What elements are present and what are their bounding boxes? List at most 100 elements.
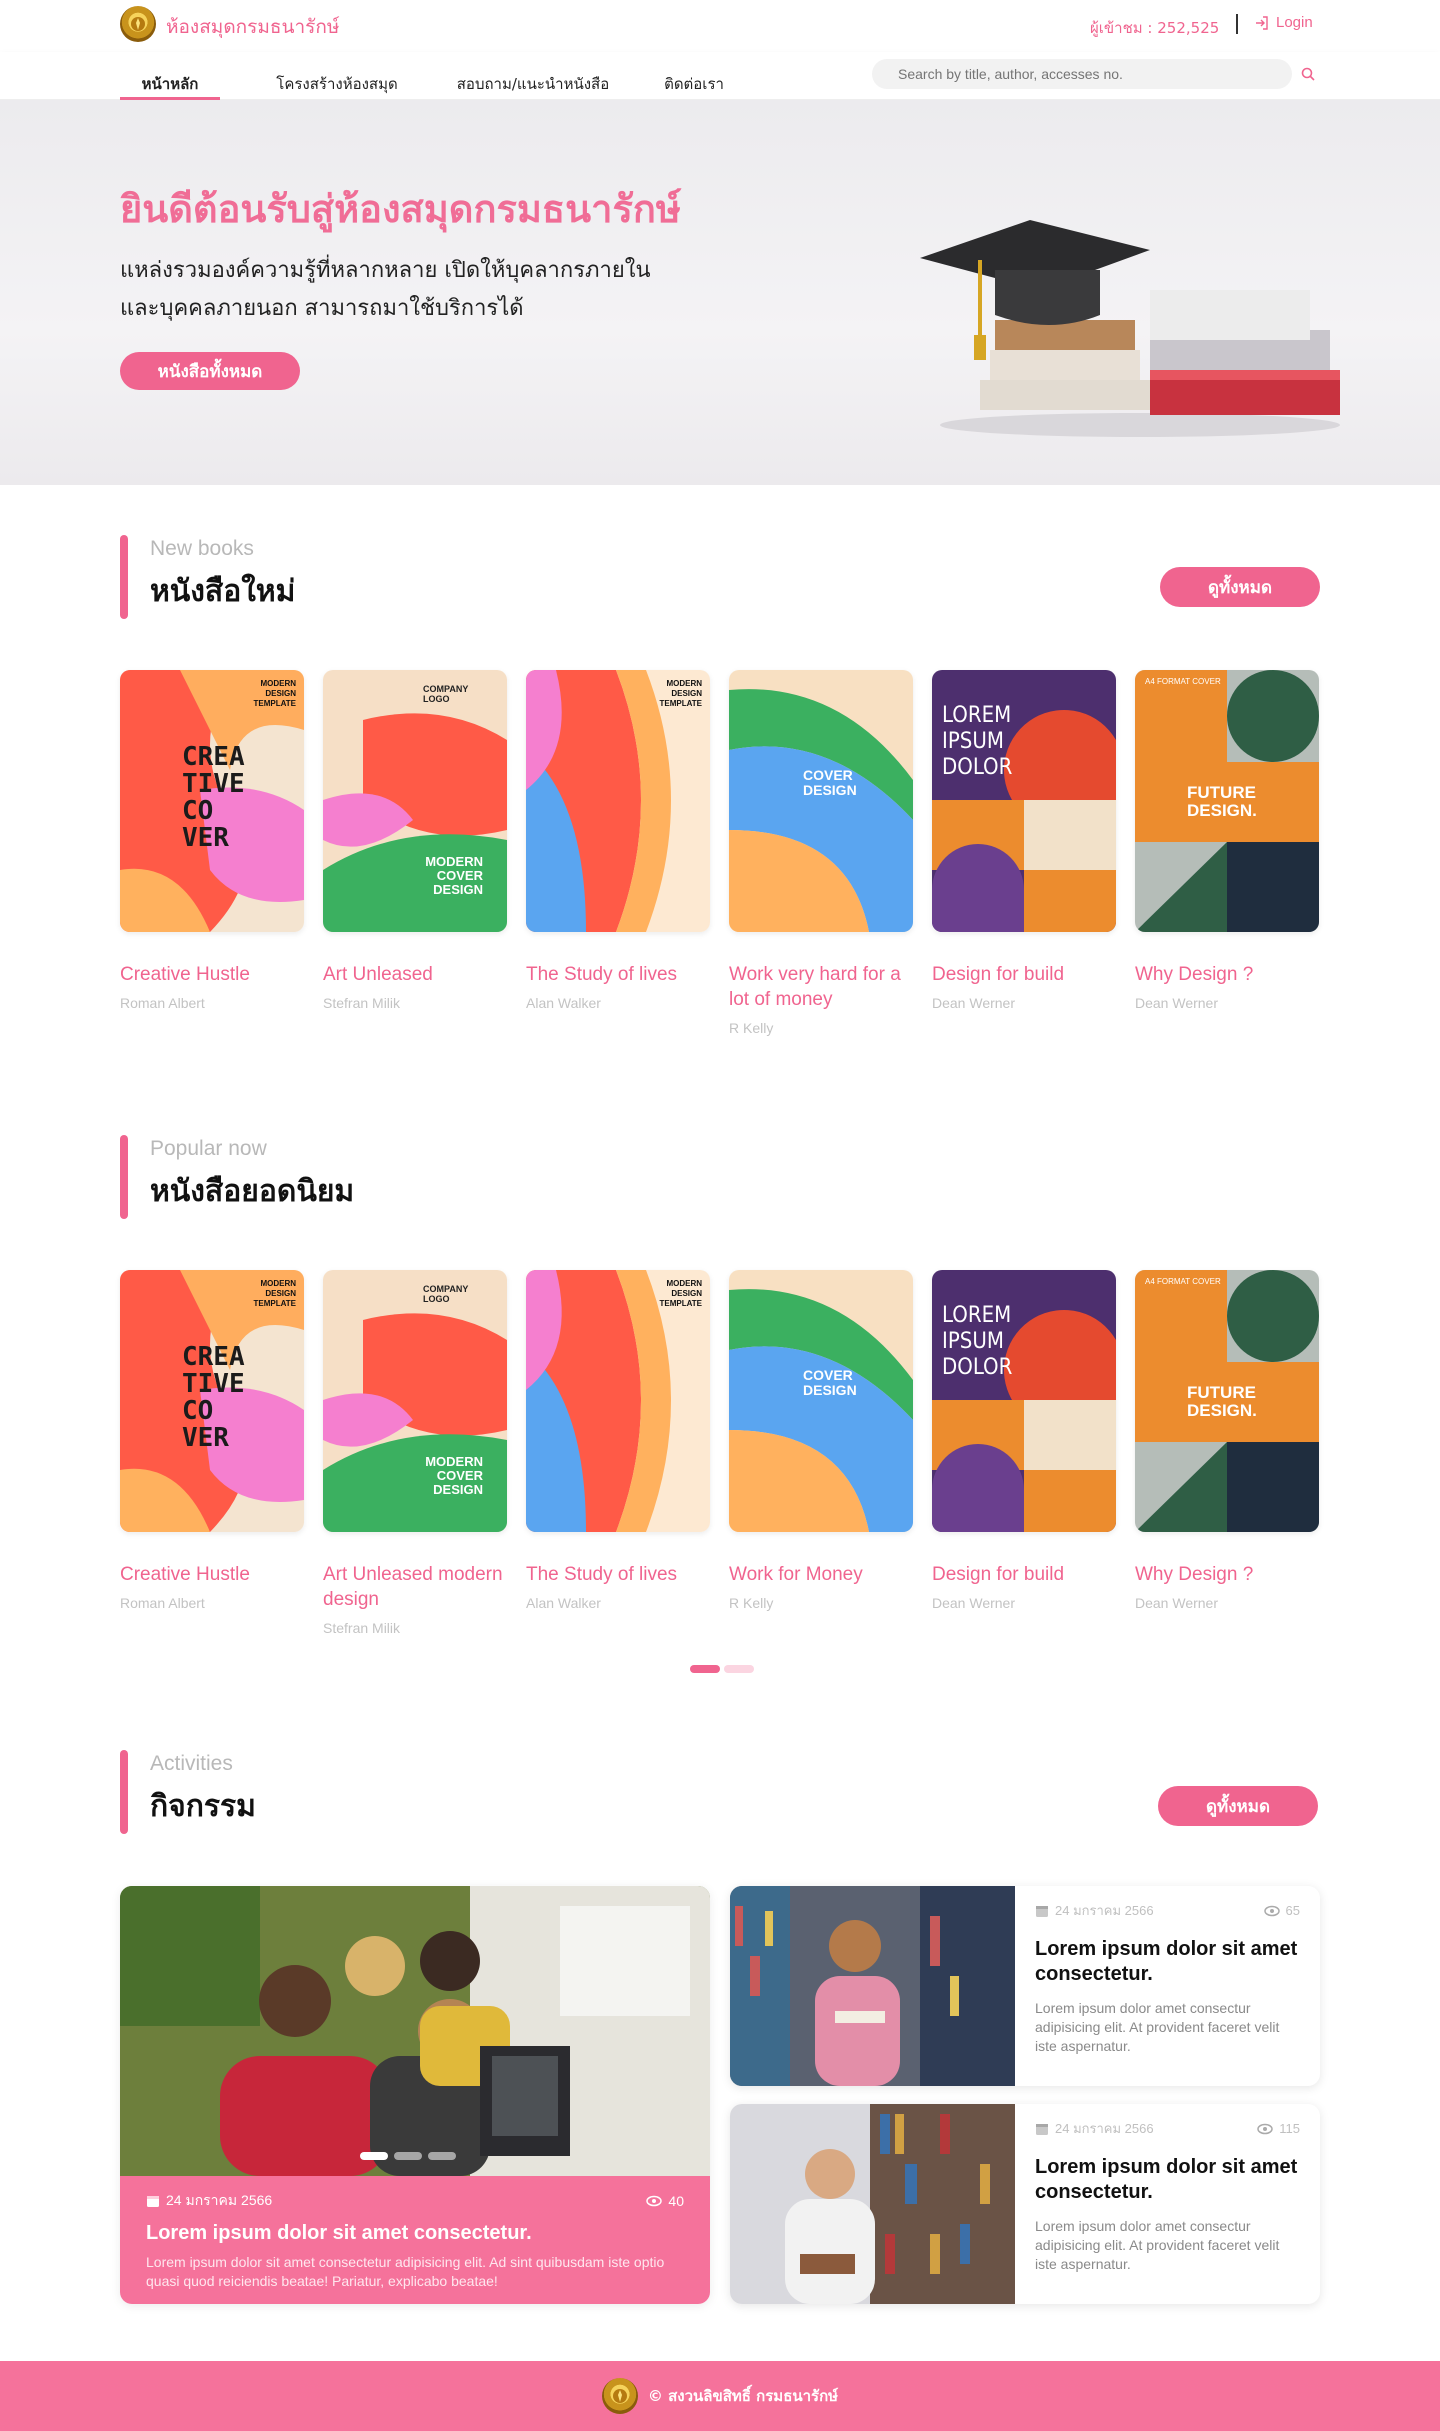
activity-photo-library-girl (730, 2104, 1015, 2304)
svg-text:DESIGN: DESIGN (803, 782, 857, 798)
carousel-dot-2[interactable] (724, 1665, 754, 1673)
section-accent-bar (120, 1135, 128, 1219)
book-title[interactable]: Why Design ? (1135, 1562, 1319, 1587)
svg-text:DESIGN: DESIGN (265, 1289, 296, 1298)
calendar-icon (147, 2196, 159, 2207)
activity-card[interactable]: 24 มกราคม 2566 115 Lorem ipsum dolor sit… (730, 2104, 1320, 2304)
calendar-icon (1036, 1905, 1048, 1917)
activity-date: 24 มกราคม 2566 (1055, 2121, 1154, 2136)
department-logo (601, 2378, 638, 2414)
department-logo[interactable] (120, 6, 156, 42)
book-card[interactable]: COMPANY LOGO MODERN COVER DESIGN Art Unlea… (323, 670, 507, 1011)
new-books-label-en: New books (150, 537, 254, 560)
book-card[interactable]: MODERN DESIGN TEMPLATE The Study of live… (526, 1270, 710, 1611)
book-cover[interactable]: COMPANY LOGO MODERN COVER DESIGN (323, 670, 507, 932)
book-title[interactable]: The Study of lives (526, 1562, 710, 1587)
activities-see-all-button[interactable]: ดูทั้งหมด (1158, 1786, 1318, 1826)
svg-text:TEMPLATE: TEMPLATE (659, 1299, 702, 1308)
book-card[interactable]: MODERN DESIGN TEMPLATE CREA TIVE CO VER Cr… (120, 1270, 304, 1611)
book-cover[interactable]: A4 FORMAT COVER FUTURE DESIGN. (1135, 670, 1319, 932)
svg-text:MODERN: MODERN (666, 679, 702, 688)
book-title[interactable]: Design for build (932, 1562, 1116, 1587)
carousel-dot-1[interactable] (690, 1665, 720, 1673)
book-title[interactable]: Work very hard for a lot of money (729, 962, 913, 1012)
book-author: Stefran Milik (323, 995, 401, 1011)
book-title[interactable]: Work for Money (729, 1562, 913, 1587)
nav-item-library-structure[interactable]: โครงสร้างห้องสมุด (252, 62, 422, 100)
book-card[interactable]: A4 FORMAT COVER FUTURE DESIGN. Why Design… (1135, 1270, 1319, 1611)
featured-activity-card[interactable]: 24 มกราคม 2566 40 Lorem ipsum dolor sit … (120, 1886, 710, 2304)
activities-label-en: Activities (150, 1752, 233, 1775)
book-author: Dean Werner (932, 1595, 1016, 1611)
book-cover[interactable]: LOREM IPSUM DOLOR (932, 1270, 1116, 1532)
book-author: Roman Albert (120, 995, 205, 1011)
book-card[interactable]: MODERN DESIGN TEMPLATE CREA TIVE CO VER Cr… (120, 670, 304, 1011)
hero-desc-line-1: แหล่งรวมองค์ความรู้ที่หลากหลาย เปิดให้บุ… (120, 258, 651, 283)
book-author: Dean Werner (1135, 1595, 1219, 1611)
svg-text:LOGO: LOGO (423, 694, 450, 704)
svg-text:LOREM: LOREM (942, 703, 1011, 728)
book-cover[interactable]: A4 FORMAT COVER FUTURE DESIGN. (1135, 1270, 1319, 1532)
svg-text:CO: CO (182, 796, 213, 826)
activity-date: 24 มกราคม 2566 (166, 2192, 273, 2208)
search-icon[interactable] (1300, 66, 1316, 82)
svg-text:DESIGN: DESIGN (671, 689, 702, 698)
book-card[interactable]: LOREM IPSUM DOLOR Design for build Dean We… (932, 1270, 1116, 1611)
book-title[interactable]: Creative Hustle (120, 962, 304, 987)
svg-text:COVER: COVER (437, 1468, 484, 1483)
svg-text:DESIGN: DESIGN (433, 882, 483, 897)
svg-text:CREA: CREA (182, 1342, 245, 1372)
book-cover[interactable]: MODERN DESIGN TEMPLATE CREA TIVE CO VER (120, 670, 304, 932)
book-cover[interactable]: MODERN DESIGN TEMPLATE (526, 1270, 710, 1532)
site-name[interactable]: ห้องสมุดกรมธนารักษ์ (166, 12, 339, 42)
book-card[interactable]: COVER DESIGN Work very hard for a lot of … (729, 670, 913, 1036)
book-card[interactable]: COMPANY LOGO MODERN COVER DESIGN Art Unlea… (323, 1270, 507, 1636)
popular-label-en: Popular now (150, 1137, 267, 1160)
activity-card[interactable]: 24 มกราคม 2566 65 Lorem ipsum dolor sit … (730, 1886, 1320, 2086)
all-books-button[interactable]: หนังสือทั้งหมด (120, 352, 300, 390)
book-author: Alan Walker (526, 1595, 601, 1611)
book-author: Alan Walker (526, 995, 601, 1011)
nav-item-home[interactable]: หน้าหลัก (120, 62, 220, 100)
svg-text:COVER: COVER (803, 767, 853, 783)
book-title[interactable]: The Study of lives (526, 962, 710, 987)
svg-text:LOREM: LOREM (942, 1303, 1011, 1328)
search-input[interactable] (872, 59, 1292, 89)
section-accent-bar (120, 1750, 128, 1834)
book-cover[interactable]: MODERN DESIGN TEMPLATE CREA TIVE CO VER (120, 1270, 304, 1532)
book-cover[interactable]: LOREM IPSUM DOLOR (932, 670, 1116, 932)
book-title[interactable]: Art Unleased (323, 962, 507, 987)
book-title[interactable]: Design for build (932, 962, 1116, 987)
activity-photo-library-boy (730, 1886, 1015, 2086)
svg-text:TEMPLATE: TEMPLATE (659, 699, 702, 708)
book-cover[interactable]: MODERN DESIGN TEMPLATE (526, 670, 710, 932)
nav-item-contact[interactable]: ติดต่อเรา (654, 62, 734, 100)
book-title[interactable]: Why Design ? (1135, 962, 1319, 987)
book-title[interactable]: Creative Hustle (120, 1562, 304, 1587)
hero-description: แหล่งรวมองค์ความรู้ที่หลากหลาย เปิดให้บุ… (120, 252, 740, 328)
svg-text:LOGO: LOGO (423, 1294, 450, 1304)
login-button[interactable]: Login (1254, 14, 1313, 31)
book-title[interactable]: Art Unleased modern design (323, 1562, 507, 1612)
book-card[interactable]: A4 FORMAT COVER FUTURE DESIGN. Why Design… (1135, 670, 1319, 1011)
nav-item-ask-recommend[interactable]: สอบถาม/แนะนำหนังสือ (438, 62, 628, 100)
book-cover[interactable]: COVER DESIGN (729, 1270, 913, 1532)
main-nav: หน้าหลัก โครงสร้างห้องสมุด สอบถาม/แนะนำห… (0, 52, 1440, 100)
new-books-see-all-button[interactable]: ดูทั้งหมด (1160, 567, 1320, 607)
svg-text:MODERN: MODERN (666, 1279, 702, 1288)
featured-activity-body: 24 มกราคม 2566 40 Lorem ipsum dolor sit … (120, 2176, 710, 2304)
book-card[interactable]: COVER DESIGN Work for Money R Kelly (729, 1270, 913, 1611)
svg-text:VER: VER (182, 1423, 229, 1453)
svg-text:TIVE: TIVE (182, 1369, 245, 1399)
svg-text:DESIGN.: DESIGN. (1187, 801, 1257, 820)
svg-text:MODERN: MODERN (260, 679, 296, 688)
svg-text:VER: VER (182, 823, 229, 853)
book-cover[interactable]: COVER DESIGN (729, 670, 913, 932)
book-card[interactable]: MODERN DESIGN TEMPLATE The Study of live… (526, 670, 710, 1011)
svg-text:DESIGN: DESIGN (265, 689, 296, 698)
book-card[interactable]: LOREM IPSUM DOLOR Design for build Dean We… (932, 670, 1116, 1011)
svg-text:COVER: COVER (803, 1367, 853, 1383)
activity-excerpt: Lorem ipsum dolor amet consectur adipisi… (1035, 2000, 1280, 2054)
book-cover[interactable]: COMPANY LOGO MODERN COVER DESIGN (323, 1270, 507, 1532)
footer: © สงวนลิขสิทธิ์ กรมธนารักษ์ (0, 2361, 1440, 2431)
